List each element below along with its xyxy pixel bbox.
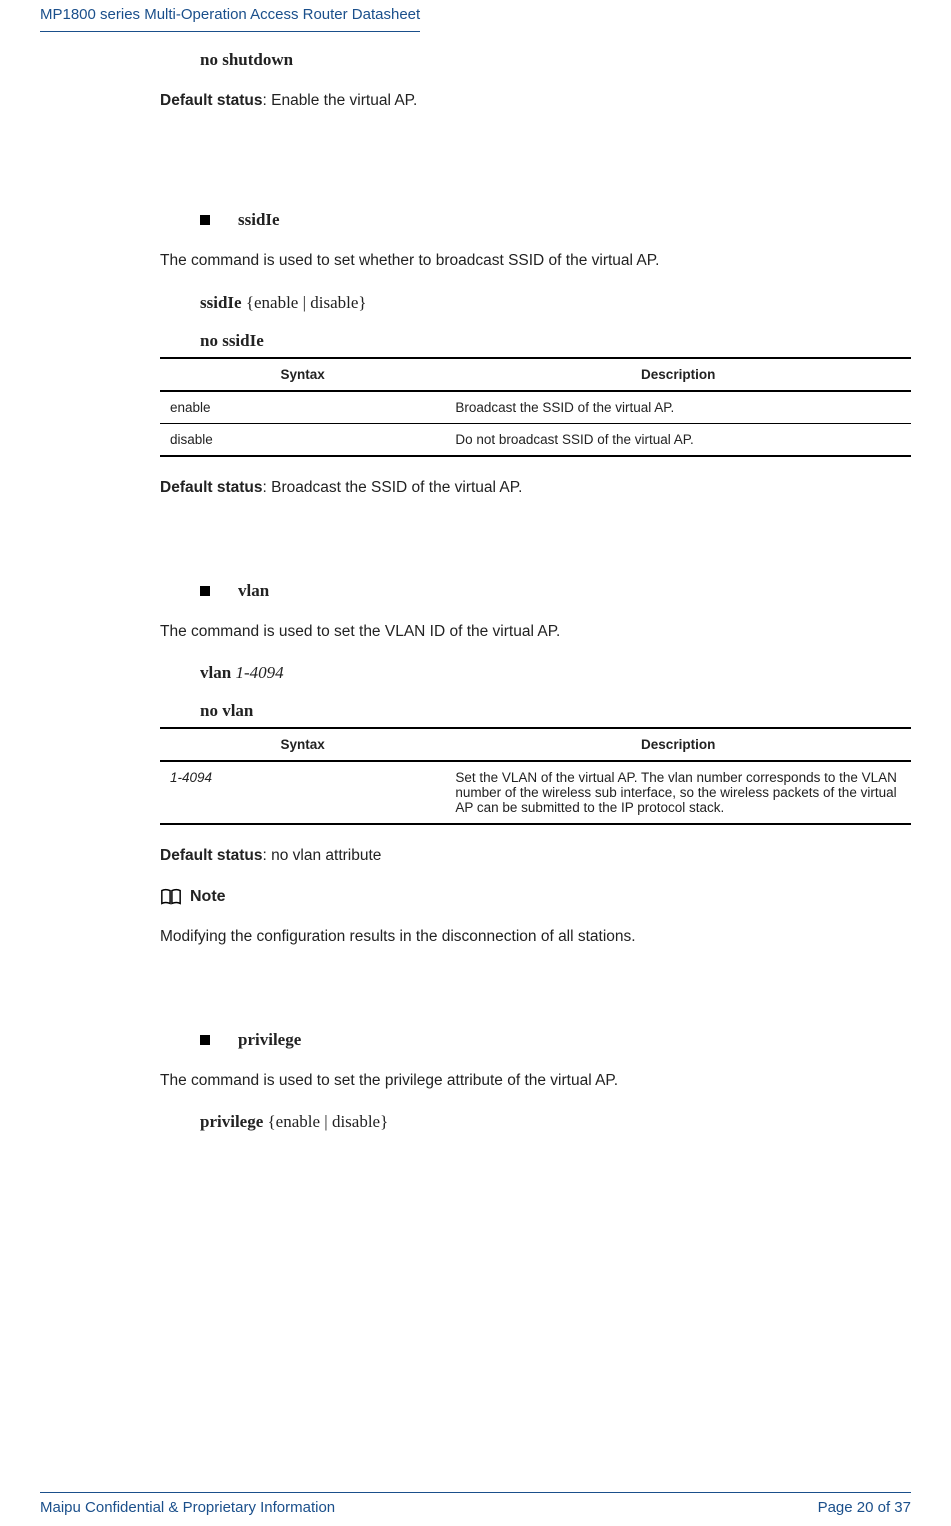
privilege-cmd: privilege {enable | disable} xyxy=(200,1112,911,1132)
th-desc: Description xyxy=(445,728,911,761)
content-area: no shutdown Default status: Enable the v… xyxy=(160,50,911,1132)
ssidie-table: Syntax Description enable Broadcast the … xyxy=(160,357,911,457)
ssidie-default: Default status: Broadcast the SSID of th… xyxy=(160,475,911,501)
default-text: : no vlan attribute xyxy=(263,847,382,864)
bullet-icon xyxy=(200,1035,210,1045)
cmd-name: vlan xyxy=(200,663,235,682)
default-label: Default status xyxy=(160,479,263,496)
cmd-args: {enable | disable} xyxy=(246,293,367,312)
vlan-cmd: vlan 1-4094 xyxy=(200,663,911,683)
book-icon xyxy=(160,888,182,906)
page-header: MP1800 series Multi-Operation Access Rou… xyxy=(40,0,911,31)
default-label: Default status xyxy=(160,847,263,864)
th-desc: Description xyxy=(445,358,911,391)
header-rule xyxy=(40,31,420,32)
table-row: 1-4094 Set the VLAN of the virtual AP. T… xyxy=(160,761,911,824)
vlan-table: Syntax Description 1-4094 Set the VLAN o… xyxy=(160,727,911,825)
table-row: enable Broadcast the SSID of the virtual… xyxy=(160,391,911,424)
cmd-text: no vlan xyxy=(200,701,253,720)
cell-desc: Do not broadcast SSID of the virtual AP. xyxy=(445,423,911,456)
cmd-text: no shutdown xyxy=(200,50,293,69)
ssidie-heading: ssidIe xyxy=(200,210,911,230)
cell-syntax: enable xyxy=(160,391,445,424)
default-text: : Broadcast the SSID of the virtual AP. xyxy=(263,479,523,496)
heading-text: vlan xyxy=(238,581,269,601)
cell-desc: Set the VLAN of the virtual AP. The vlan… xyxy=(445,761,911,824)
cell-syntax: disable xyxy=(160,423,445,456)
th-syntax: Syntax xyxy=(160,358,445,391)
th-syntax: Syntax xyxy=(160,728,445,761)
footer-right: Page 20 of 37 xyxy=(818,1499,911,1516)
cell-syntax: 1-4094 xyxy=(160,761,445,824)
cmd-text: no ssidIe xyxy=(200,331,264,350)
heading-text: ssidIe xyxy=(238,210,280,230)
note-text: Modifying the configuration results in t… xyxy=(160,924,911,950)
no-shutdown-cmd: no shutdown xyxy=(200,50,911,70)
default-text: : Enable the virtual AP. xyxy=(263,92,418,109)
footer-rule xyxy=(40,1492,911,1493)
heading-text: privilege xyxy=(238,1030,301,1050)
ssidie-intro: The command is used to set whether to br… xyxy=(160,248,911,274)
shutdown-default: Default status: Enable the virtual AP. xyxy=(160,88,911,114)
ssidie-no-cmd: no ssidIe xyxy=(200,331,911,351)
cell-desc: Broadcast the SSID of the virtual AP. xyxy=(445,391,911,424)
bullet-icon xyxy=(200,215,210,225)
vlan-default: Default status: no vlan attribute xyxy=(160,843,911,869)
ssidie-cmd: ssidIe {enable | disable} xyxy=(200,293,911,313)
vlan-heading: vlan xyxy=(200,581,911,601)
privilege-heading: privilege xyxy=(200,1030,911,1050)
privilege-intro: The command is used to set the privilege… xyxy=(160,1068,911,1094)
footer-left: Maipu Confidential & Proprietary Informa… xyxy=(40,1499,335,1516)
cmd-name: ssidIe xyxy=(200,293,246,312)
bullet-icon xyxy=(200,586,210,596)
page-footer: Maipu Confidential & Proprietary Informa… xyxy=(0,1492,951,1516)
default-label: Default status xyxy=(160,92,263,109)
cmd-args: {enable | disable} xyxy=(268,1112,389,1131)
cmd-name: privilege xyxy=(200,1112,268,1131)
vlan-no-cmd: no vlan xyxy=(200,701,911,721)
cmd-args: 1-4094 xyxy=(235,663,283,682)
table-row: disable Do not broadcast SSID of the vir… xyxy=(160,423,911,456)
vlan-intro: The command is used to set the VLAN ID o… xyxy=(160,619,911,645)
note-label: Note xyxy=(190,888,226,906)
note-heading: Note xyxy=(160,888,911,906)
